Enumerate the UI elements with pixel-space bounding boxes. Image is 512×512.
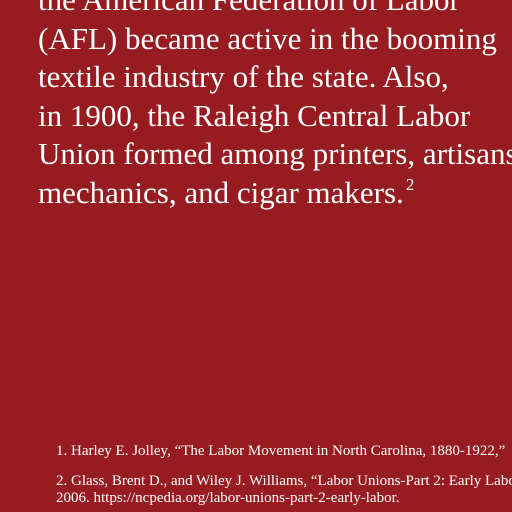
footnotes-section: 1. Harley E. Jolley, “The Labor Movement… — [56, 443, 512, 508]
body-line-last: mechanics, and cigar makers. 2 — [38, 174, 512, 213]
body-line: (AFL) became active in the booming — [38, 20, 497, 56]
body-line: the American Federation of Labor — [38, 0, 512, 20]
body-line: textile industry of the state. Also, — [38, 59, 449, 94]
footnote-2-line-1: 2. Glass, Brent D., and Wiley J. William… — [56, 472, 512, 489]
body-paragraph: the American Federation of Labor (AFL) b… — [38, 0, 512, 212]
footnote-reference[interactable]: 2 — [406, 175, 415, 194]
body-line: in 1900, the Raleigh Central Labor — [38, 97, 471, 133]
document-page: the American Federation of Labor (AFL) b… — [0, 0, 512, 512]
footnote-2-line-2[interactable]: 2006. https://ncpedia.org/labor-unions-p… — [56, 490, 512, 508]
body-line-text: mechanics, and cigar makers. — [38, 174, 404, 210]
body-line: Union formed among printers, artisans, — [38, 136, 512, 171]
footnote-1: 1. Harley E. Jolley, “The Labor Movement… — [56, 443, 506, 459]
